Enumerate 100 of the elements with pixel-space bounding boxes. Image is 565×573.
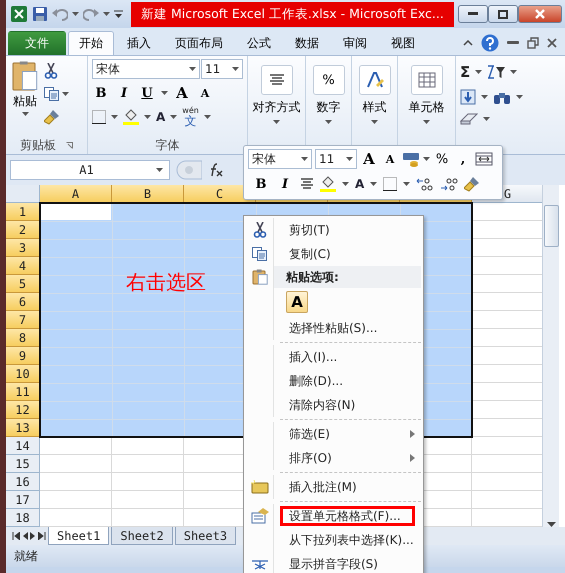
dropdown-caret-icon[interactable] bbox=[346, 157, 353, 161]
help-icon[interactable] bbox=[481, 34, 499, 52]
dropdown-caret-icon[interactable] bbox=[483, 117, 490, 121]
row-header[interactable]: 11 bbox=[6, 383, 40, 401]
scrollbar-thumb[interactable] bbox=[544, 205, 558, 247]
ribbon-tab[interactable]: 插入 bbox=[116, 31, 162, 55]
menu-item[interactable]: 选择性粘贴(S)... bbox=[280, 318, 415, 338]
menu-item[interactable]: 插入(I)... bbox=[280, 347, 415, 367]
percent-button[interactable]: % bbox=[433, 150, 451, 168]
dropdown-caret-icon[interactable] bbox=[22, 112, 28, 116]
font-name-field[interactable]: 宋体 bbox=[248, 149, 312, 169]
dropdown-caret-icon[interactable] bbox=[232, 67, 239, 71]
grow-font-button[interactable]: A bbox=[173, 84, 191, 102]
dropdown-caret-icon[interactable] bbox=[516, 95, 523, 99]
merge-center-icon[interactable] bbox=[475, 152, 493, 166]
accounting-format-icon[interactable] bbox=[402, 151, 420, 167]
vertical-scrollbar[interactable] bbox=[542, 185, 559, 527]
ribbon-button[interactable]: 对齐方式 bbox=[250, 59, 303, 124]
format-painter-icon[interactable] bbox=[464, 176, 480, 192]
shrink-font-button[interactable]: A bbox=[196, 84, 214, 102]
row-header[interactable]: 14 bbox=[6, 437, 40, 455]
row-header[interactable]: 12 bbox=[6, 401, 40, 419]
styles-icon[interactable] bbox=[366, 71, 384, 89]
ribbon-tab[interactable]: 数据 bbox=[284, 31, 330, 55]
minimize-icon[interactable] bbox=[507, 41, 519, 45]
splitter-handle-icon[interactable] bbox=[176, 160, 202, 180]
menu-item[interactable]: 筛选(E) bbox=[280, 424, 410, 444]
phonetic-button[interactable]: wén 文 bbox=[182, 107, 199, 127]
dropdown-caret-icon[interactable] bbox=[62, 92, 69, 96]
eraser-icon[interactable] bbox=[460, 113, 478, 125]
row-header[interactable]: 10 bbox=[6, 365, 40, 383]
borders-icon[interactable] bbox=[92, 110, 106, 124]
row-header[interactable]: 4 bbox=[6, 257, 40, 275]
ribbon-tab[interactable]: 页面布局 bbox=[164, 31, 234, 55]
font-name-field[interactable]: 宋体 bbox=[92, 59, 200, 79]
row-header[interactable]: 6 bbox=[6, 293, 40, 311]
scissors-icon[interactable] bbox=[252, 222, 266, 238]
dropdown-caret-icon[interactable] bbox=[156, 168, 163, 172]
binoculars-icon[interactable] bbox=[493, 90, 511, 104]
autosum-button[interactable]: Σ bbox=[460, 63, 470, 81]
paste-option-button[interactable]: A bbox=[286, 291, 308, 313]
row-header[interactable]: 8 bbox=[6, 329, 40, 347]
borders-icon[interactable] bbox=[383, 177, 398, 191]
menu-item[interactable]: 从下拉列表中选择(K)... bbox=[280, 530, 423, 550]
fill-color-icon[interactable] bbox=[320, 176, 336, 192]
customize-toolbar-icon[interactable] bbox=[114, 9, 123, 19]
row-header[interactable]: 16 bbox=[6, 473, 40, 491]
row-header[interactable]: 17 bbox=[6, 491, 40, 509]
name-box[interactable]: A1 bbox=[10, 160, 170, 180]
font-color-button[interactable]: A bbox=[355, 178, 364, 190]
row-header[interactable]: 18 bbox=[6, 509, 40, 527]
collapse-ribbon-icon[interactable] bbox=[463, 40, 473, 46]
row-header[interactable]: 13 bbox=[6, 419, 40, 437]
ribbon-button[interactable]: % 数字 bbox=[308, 59, 349, 124]
row-header[interactable]: 5 bbox=[6, 275, 40, 293]
row-header[interactable]: 2 bbox=[6, 221, 40, 239]
menu-item[interactable]: 设置单元格格式(F)... bbox=[280, 506, 415, 526]
dropdown-caret-icon[interactable] bbox=[111, 115, 118, 119]
dropdown-caret-icon[interactable] bbox=[510, 70, 518, 74]
column-header[interactable]: A bbox=[40, 185, 112, 203]
menu-item[interactable]: 清除内容(N) bbox=[280, 395, 415, 415]
menu-item[interactable]: 删除(D)... bbox=[280, 371, 415, 391]
shrink-font-button[interactable]: A bbox=[381, 150, 399, 168]
excel-logo-icon[interactable] bbox=[10, 5, 28, 23]
copy-icon[interactable] bbox=[252, 247, 268, 261]
menu-item[interactable]: 复制(C) bbox=[280, 244, 415, 264]
insert-function-icon[interactable] bbox=[208, 163, 224, 177]
underline-button[interactable]: U bbox=[138, 84, 156, 102]
decrease-decimal-icon[interactable] bbox=[440, 177, 458, 191]
dropdown-caret-icon[interactable] bbox=[301, 157, 308, 161]
menu-item[interactable]: 排序(O) bbox=[280, 448, 410, 468]
close-icon[interactable] bbox=[547, 38, 557, 48]
ribbon-button[interactable]: 样式 bbox=[354, 59, 395, 124]
format-painter-icon[interactable] bbox=[44, 109, 60, 125]
fill-color-icon[interactable] bbox=[123, 109, 139, 125]
first-sheet-icon[interactable] bbox=[12, 532, 20, 540]
sort-filter-icon[interactable] bbox=[487, 65, 506, 79]
menu-item[interactable]: 显示拼音字段(S) bbox=[280, 554, 415, 573]
dropdown-caret-icon[interactable] bbox=[144, 115, 151, 119]
scissors-icon[interactable] bbox=[44, 63, 58, 79]
dropdown-caret-icon[interactable] bbox=[72, 12, 79, 16]
dropdown-caret-icon[interactable] bbox=[475, 70, 482, 74]
grow-font-button[interactable]: A bbox=[360, 150, 378, 168]
menu-item[interactable]: 剪切(T) bbox=[280, 220, 415, 240]
previous-sheet-icon[interactable] bbox=[22, 532, 28, 540]
dropdown-caret-icon[interactable] bbox=[481, 95, 488, 99]
file-tab[interactable]: 文件 bbox=[8, 31, 66, 55]
dropdown-caret-icon[interactable] bbox=[423, 120, 430, 124]
sheet-tab[interactable]: Sheet1 bbox=[48, 527, 110, 545]
font-size-field[interactable]: 11 bbox=[201, 59, 243, 79]
restore-button[interactable] bbox=[488, 5, 518, 23]
dropdown-caret-icon[interactable] bbox=[204, 115, 211, 119]
dropdown-caret-icon[interactable] bbox=[103, 12, 110, 16]
comma-button[interactable]: , bbox=[454, 150, 472, 168]
paste-button[interactable]: 粘贴 bbox=[10, 59, 40, 136]
dropdown-caret-icon[interactable] bbox=[161, 91, 168, 95]
fill-icon[interactable] bbox=[460, 89, 476, 105]
save-icon[interactable] bbox=[32, 6, 48, 22]
sheet-tab[interactable]: Sheet2 bbox=[111, 527, 173, 545]
close-button[interactable] bbox=[518, 5, 562, 23]
